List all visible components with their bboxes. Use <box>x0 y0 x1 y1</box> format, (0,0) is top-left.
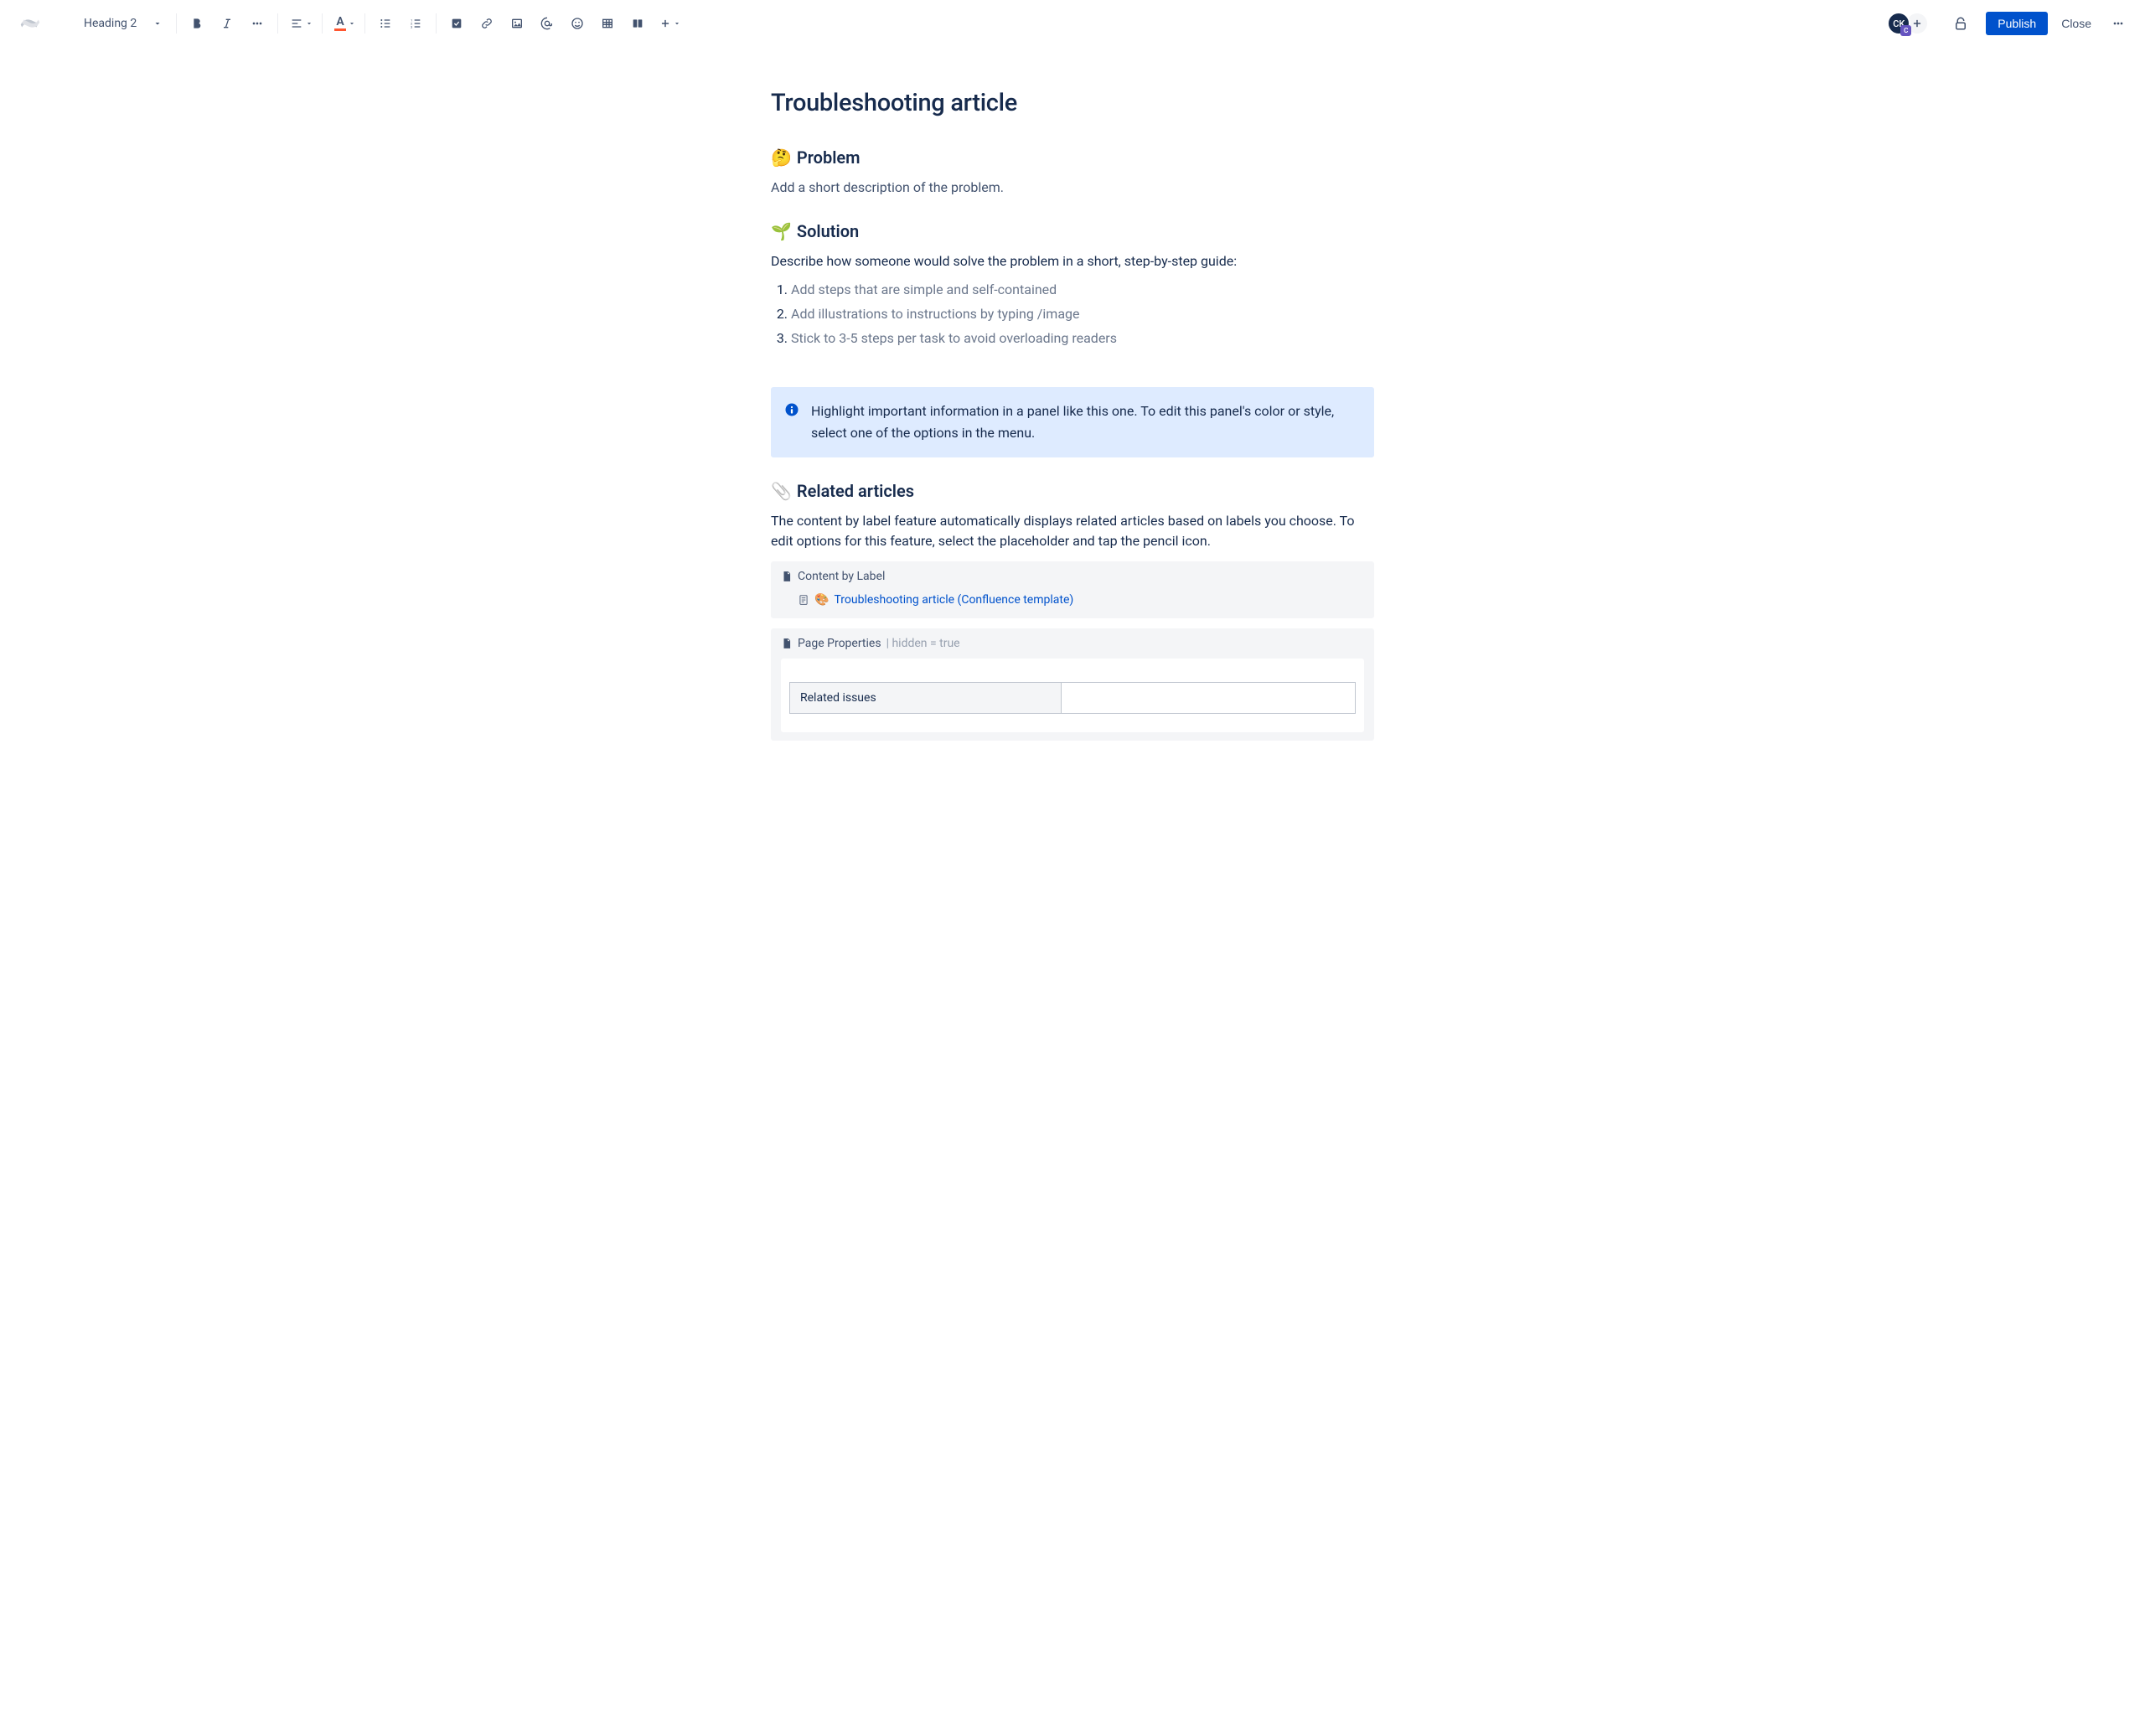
info-icon <box>784 402 799 443</box>
numbered-list-button[interactable]: 123 <box>402 10 429 37</box>
macro-result-item[interactable]: 🎨 Troubleshooting article (Confluence te… <box>781 583 1364 610</box>
page-properties-macro[interactable]: Page Properties | hidden = true Related … <box>771 628 1374 741</box>
publish-button[interactable]: Publish <box>1986 12 2048 35</box>
italic-button[interactable] <box>214 10 240 37</box>
heading-problem[interactable]: 🤔 Problem <box>771 147 1374 168</box>
macro-header: Content by Label <box>781 570 1364 583</box>
bold-button[interactable] <box>183 10 210 37</box>
toolbar-divider <box>322 13 323 34</box>
toolbar-divider <box>436 13 437 34</box>
seedling-emoji: 🌱 <box>771 221 792 241</box>
toolbar-divider <box>176 13 177 34</box>
layouts-button[interactable] <box>624 10 651 37</box>
thinking-face-emoji: 🤔 <box>771 147 792 168</box>
text-style-label: Heading 2 <box>84 17 137 30</box>
content-by-label-macro[interactable]: Content by Label 🎨 Troubleshooting artic… <box>771 561 1374 618</box>
table-row[interactable]: Related issues <box>790 682 1356 713</box>
text-color-swatch <box>334 28 346 31</box>
list-item[interactable]: Stick to 3-5 steps per task to avoid ove… <box>791 327 1374 351</box>
text-style-select[interactable]: Heading 2 <box>77 13 169 34</box>
text-color-button[interactable]: A <box>329 10 358 37</box>
heading-solution-text: Solution <box>797 221 859 241</box>
list-item[interactable]: Add steps that are simple and self-conta… <box>791 278 1374 302</box>
list-item[interactable]: Add illustrations to instructions by typ… <box>791 302 1374 327</box>
editor-content[interactable]: Troubleshooting article 🤔 Problem Add a … <box>771 47 1374 791</box>
paperclip-emoji: 📎 <box>771 481 792 501</box>
mention-button[interactable] <box>534 10 561 37</box>
related-body[interactable]: The content by label feature automatical… <box>771 511 1374 551</box>
toolbar-divider <box>277 13 278 34</box>
user-avatar[interactable]: CK C <box>1887 12 1910 35</box>
properties-table[interactable]: Related issues <box>789 682 1356 714</box>
bullet-list-button[interactable] <box>372 10 399 37</box>
chevron-down-icon <box>152 18 163 28</box>
macro-title: Content by Label <box>798 570 885 583</box>
page-icon <box>781 571 793 582</box>
action-item-button[interactable] <box>443 10 470 37</box>
avatar-group: CK C <box>1887 12 1929 35</box>
problem-body[interactable]: Add a short description of the problem. <box>771 178 1374 198</box>
heading-related[interactable]: 📎 Related articles <box>771 481 1374 501</box>
macro-meta: | hidden = true <box>886 637 960 650</box>
emoji-button[interactable] <box>564 10 591 37</box>
solution-intro[interactable]: Describe how someone would solve the pro… <box>771 251 1374 271</box>
table-button[interactable] <box>594 10 621 37</box>
toolbar-divider <box>364 13 365 34</box>
info-panel-text[interactable]: Highlight important information in a pan… <box>811 400 1361 443</box>
editor-toolbar: Heading 2 A 123 <box>0 0 2145 47</box>
macro-result-link[interactable]: Troubleshooting article (Confluence temp… <box>834 593 1073 607</box>
image-button[interactable] <box>504 10 530 37</box>
more-actions-button[interactable] <box>2105 10 2132 37</box>
svg-text:3: 3 <box>411 24 412 28</box>
palette-emoji: 🎨 <box>814 593 829 607</box>
heading-problem-text: Problem <box>797 147 861 168</box>
avatar-presence-badge: C <box>1900 25 1911 36</box>
insert-button[interactable] <box>654 10 683 37</box>
solution-steps-list[interactable]: Add steps that are simple and self-conta… <box>771 278 1374 350</box>
link-button[interactable] <box>473 10 500 37</box>
table-header-cell[interactable]: Related issues <box>790 682 1062 713</box>
info-panel[interactable]: Highlight important information in a pan… <box>771 387 1374 457</box>
confluence-logo-icon <box>20 13 40 34</box>
page-icon <box>781 638 793 649</box>
alignment-button[interactable] <box>285 10 315 37</box>
heading-solution[interactable]: 🌱 Solution <box>771 221 1374 241</box>
restrictions-button[interactable] <box>1947 10 1974 37</box>
more-formatting-button[interactable] <box>244 10 271 37</box>
macro-title: Page Properties <box>798 637 881 650</box>
table-cell[interactable] <box>1062 682 1356 713</box>
macro-header: Page Properties | hidden = true <box>781 637 1364 650</box>
document-icon <box>798 594 809 606</box>
close-button[interactable]: Close <box>2051 12 2101 35</box>
heading-related-text: Related articles <box>797 481 914 501</box>
macro-body[interactable]: Related issues <box>781 659 1364 732</box>
page-title[interactable]: Troubleshooting article <box>771 89 1374 117</box>
